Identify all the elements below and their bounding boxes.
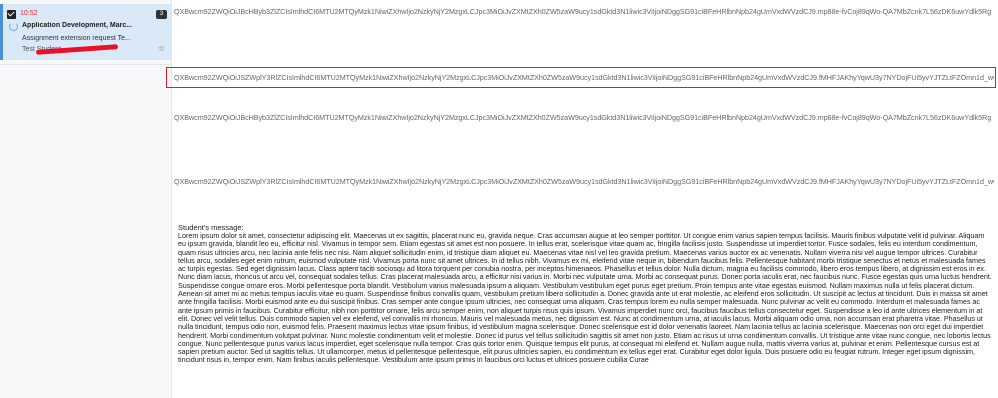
thread-count-badge: 3: [156, 10, 167, 19]
message-time: 10:52: [20, 10, 38, 17]
select-checkbox[interactable]: [7, 10, 16, 19]
message-list-sidebar: 10:52 3 Application Development, Marc...…: [0, 0, 172, 398]
reject-link-2[interactable]: QXBwcm92ZWQiOiJSZWplY3RlZCIsImlhdCI6MTU2…: [174, 177, 994, 186]
list-divider: [0, 64, 171, 65]
reject-link[interactable]: QXBwcm92ZWQiOiJSZWplY3RlZCIsImlhdCI6MTU2…: [174, 73, 994, 82]
message-preview: Assignment extension request Te...: [22, 35, 131, 42]
message-subject: Application Development, Marc...: [22, 22, 133, 29]
student-message-body: Lorem ipsum dolor sit amet, consectetur …: [178, 231, 992, 365]
approve-link-2[interactable]: QXBwcm92ZWQiOiJBcHByb3ZlZCIsImlhdCI6MTU2…: [174, 113, 994, 122]
approve-link[interactable]: QXBwcm92ZWQiOiJBcHByb3ZlZCIsImlhdCI6MTU2…: [174, 7, 994, 16]
star-icon[interactable]: ☆: [158, 44, 165, 53]
message-list-item-selected[interactable]: 10:52 3 Application Development, Marc...…: [0, 4, 171, 60]
loading-icon: [9, 22, 18, 31]
